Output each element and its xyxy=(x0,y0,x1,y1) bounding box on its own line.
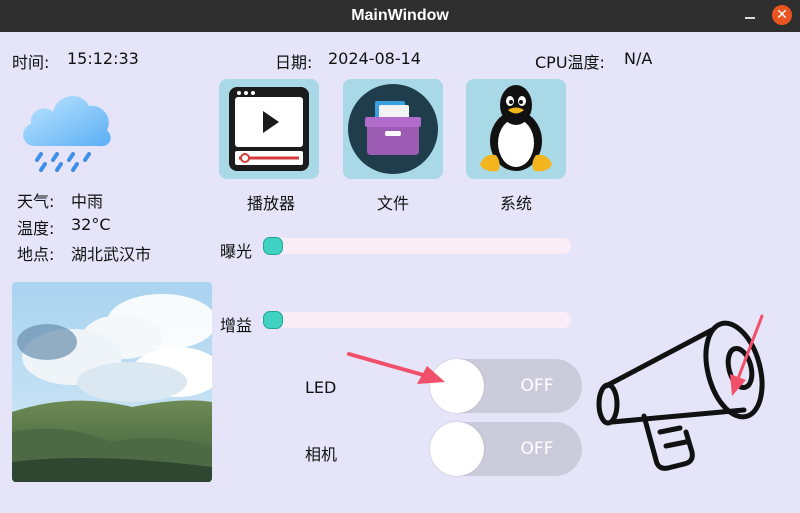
system-button[interactable] xyxy=(466,79,566,179)
cpu-temp-label: CPU温度: xyxy=(535,53,605,72)
camera-toggle-knob xyxy=(430,422,484,476)
exposure-slider[interactable] xyxy=(263,237,571,255)
temperature-label: 温度: xyxy=(17,219,55,238)
scenery-image xyxy=(12,282,212,482)
location-label: 地点: xyxy=(17,245,55,264)
location-value: 湖北武汉市 xyxy=(71,245,152,264)
video-player-button[interactable] xyxy=(219,79,319,179)
video-player-icon xyxy=(229,87,309,171)
megaphone-icon xyxy=(596,314,765,471)
close-button[interactable]: ✕ xyxy=(772,5,792,25)
app-label-player: 播放器 xyxy=(246,194,295,213)
minimize-button[interactable] xyxy=(742,6,760,24)
app-label-system: 系统 xyxy=(499,194,532,213)
led-label: LED xyxy=(305,378,337,397)
window-title: MainWindow xyxy=(351,7,449,24)
camera-label: 相机 xyxy=(305,445,338,464)
exposure-label: 曝光 xyxy=(220,242,253,261)
time-label: 时间: xyxy=(12,53,50,72)
camera-toggle[interactable]: OFF xyxy=(430,422,582,476)
led-toggle-state: OFF xyxy=(520,376,554,396)
gain-slider[interactable] xyxy=(263,311,571,329)
file-manager-button[interactable] xyxy=(343,79,443,179)
main-window-content: 时间: 15:12:33 日期: 2024-08-14 CPU温度: N/A 天… xyxy=(0,32,800,513)
linux-penguin-icon xyxy=(480,85,552,172)
gain-label: 增益 xyxy=(220,316,253,335)
date-label: 日期: xyxy=(275,53,313,72)
title-bar: MainWindow ✕ xyxy=(0,0,800,32)
time-value: 15:12:33 xyxy=(67,49,139,68)
camera-toggle-state: OFF xyxy=(520,439,554,459)
weather-label: 天气: xyxy=(17,192,55,211)
rain-cloud-icon xyxy=(23,95,111,172)
gain-slider-handle[interactable] xyxy=(263,311,283,329)
weather-value: 中雨 xyxy=(71,192,104,211)
date-value: 2024-08-14 xyxy=(328,49,421,68)
temperature-value: 32°C xyxy=(71,215,111,234)
file-box-icon xyxy=(348,84,438,174)
cpu-temp-value: N/A xyxy=(624,49,653,68)
annotation-arrow-icon xyxy=(347,352,445,384)
app-label-files: 文件 xyxy=(376,194,409,213)
exposure-slider-handle[interactable] xyxy=(263,237,283,255)
